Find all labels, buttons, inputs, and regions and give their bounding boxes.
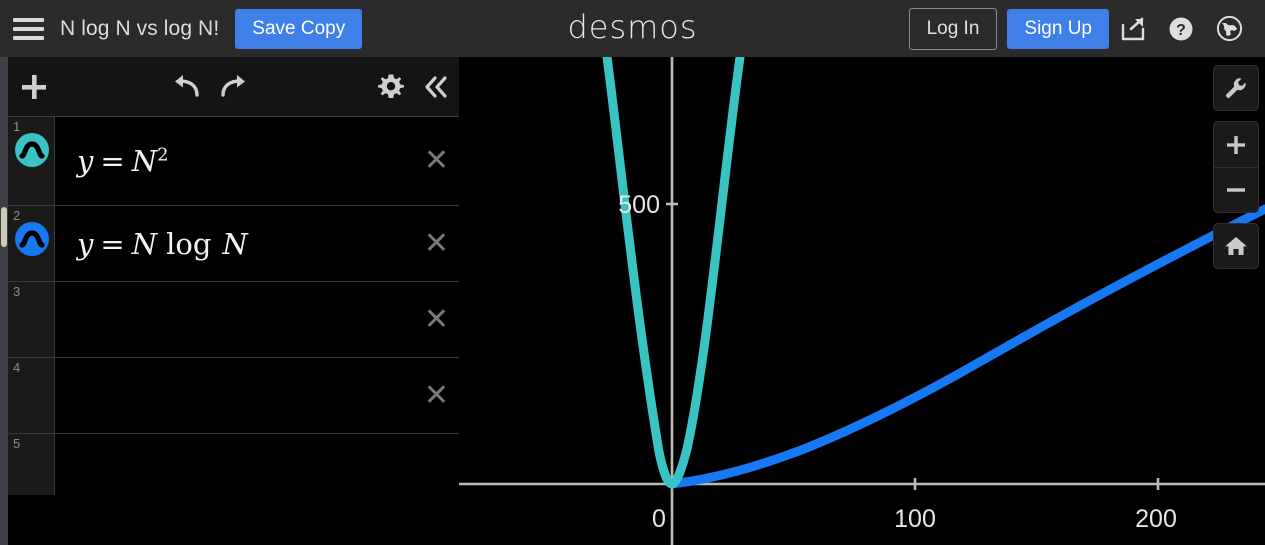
header-actions: Log In Sign Up ? [908,0,1253,57]
expression-number: 1 [13,119,21,134]
expression-index-column: 5 [8,434,55,495]
expression-index-column: 1 [8,117,55,205]
expression-math: y = Nlog N [77,226,248,261]
plus-icon[interactable] [8,57,61,117]
series-n-log-n [667,204,1265,489]
delete-expression-button[interactable]: ✕ [424,304,449,335]
y-tick-label-500: 500 [618,191,660,219]
delete-expression-button[interactable]: ✕ [424,228,449,259]
undo-arrow-icon[interactable] [165,57,211,117]
desmos-calculator-app: N log N vs log N! Save Copy desmos Log I… [0,0,1265,545]
redo-arrow-icon[interactable] [210,57,256,117]
expression-number: 3 [13,284,21,299]
hamburger-bar [12,17,44,22]
expression-row[interactable]: 5 [8,434,459,495]
expression-math: y = N2 [77,144,169,178]
expression-number: 4 [13,360,21,375]
question-mark-icon[interactable]: ? [1157,0,1205,57]
expression-color-toggle[interactable] [15,133,49,167]
expression-toolbar [8,57,459,117]
zoom-in-button[interactable] [1213,121,1259,167]
log-in-button[interactable]: Log In [908,7,998,50]
expression-index-column: 4 [8,358,55,433]
expression-index-column: 3 [8,282,55,357]
delete-expression-button[interactable]: ✕ [424,380,449,411]
expression-input[interactable]: ✕ [55,358,459,433]
x-tick-label-200: 200 [1135,505,1177,533]
expression-list: 1 y = N2 ✕ 2 y = N log N ✕ 3 ✕ 4 ✕ 5 [8,117,459,545]
graph-canvas[interactable]: 0 100 200 500 [459,57,1265,545]
expression-row[interactable]: 2 y = Nlog N ✕ [8,206,459,282]
double-chevron-left-icon[interactable] [413,57,459,117]
share-icon[interactable] [1109,0,1157,57]
delete-expression-button[interactable]: ✕ [424,146,449,176]
graph-plot: 0 100 200 500 [459,57,1265,545]
hamburger-menu-icon[interactable] [0,0,56,57]
expression-row[interactable]: 1 y = N2 ✕ [8,117,459,206]
hamburger-bar [12,26,44,31]
expression-row[interactable]: 3 ✕ [8,282,459,358]
app-header: N log N vs log N! Save Copy desmos Log I… [0,0,1265,57]
expression-number: 2 [13,208,21,223]
expression-number: 5 [13,436,21,451]
expression-color-toggle[interactable] [15,222,49,256]
sidebar-scrollbar-thumb[interactable] [1,207,7,247]
x-tick-label-100: 100 [894,505,936,533]
document-title[interactable]: N log N vs log N! [60,17,219,41]
save-copy-button[interactable]: Save Copy [235,8,363,49]
expression-input[interactable] [55,434,459,495]
sidebar-scrollbar[interactable] [0,57,8,545]
home-icon[interactable] [1213,223,1259,269]
expression-input[interactable]: y = N2 ✕ [55,117,459,205]
globe-icon[interactable] [1205,0,1253,57]
graph-controls [1213,65,1259,269]
series-n-squared [602,57,745,489]
expression-input[interactable]: y = Nlog N ✕ [55,206,459,281]
expression-input[interactable]: ✕ [55,282,459,357]
gear-icon[interactable] [368,57,414,117]
sign-up-button[interactable]: Sign Up [1007,8,1109,49]
x-tick-label-0: 0 [652,505,666,533]
expression-index-column: 2 [8,206,55,281]
hamburger-bar [12,35,44,40]
zoom-out-button[interactable] [1213,167,1259,213]
svg-text:?: ? [1176,22,1186,39]
expression-sidebar: 1 y = N2 ✕ 2 y = N log N ✕ 3 ✕ 4 ✕ 5 [0,57,459,545]
wrench-icon[interactable] [1213,65,1259,111]
expression-row[interactable]: 4 ✕ [8,358,459,434]
